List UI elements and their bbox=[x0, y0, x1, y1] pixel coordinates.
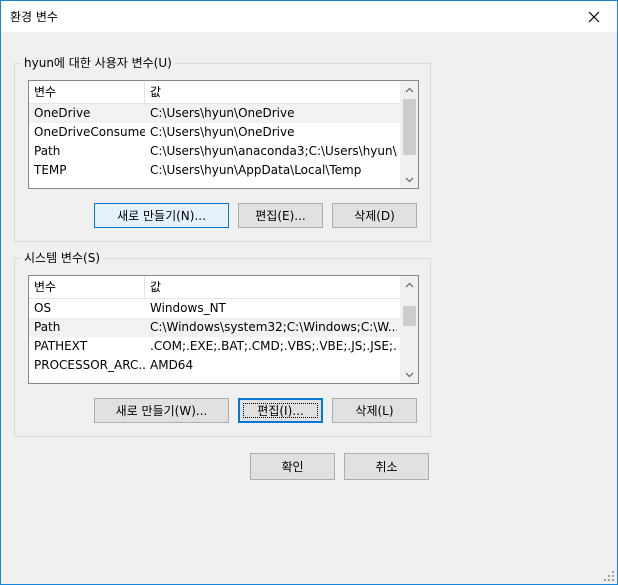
system-edit-button[interactable]: 편집(I)... bbox=[238, 398, 323, 423]
list-item[interactable]: PROCESSOR_ARC... AMD64 bbox=[29, 356, 401, 375]
user-vars-group: hyun에 대한 사용자 변수(U) 변수 값 OneDrive C:\User… bbox=[14, 55, 431, 242]
scroll-down-button[interactable] bbox=[401, 171, 418, 188]
resize-grip-icon[interactable] bbox=[604, 571, 614, 581]
ok-button[interactable]: 확인 bbox=[250, 453, 335, 480]
user-delete-button[interactable]: 삭제(D) bbox=[332, 203, 417, 228]
variable-value: C:\Users\hyun\OneDrive bbox=[150, 106, 295, 120]
column-header-variable[interactable]: 변수 bbox=[29, 276, 145, 298]
system-vars-scrollbar[interactable] bbox=[400, 276, 418, 383]
user-new-button[interactable]: 새로 만들기(N)... bbox=[94, 203, 229, 228]
variable-name: Path bbox=[34, 144, 61, 158]
variable-value: C:\Windows\system32;C:\Windows;C:\W... bbox=[150, 320, 397, 334]
user-vars-list[interactable]: 변수 값 OneDrive C:\Users\hyun\OneDrive One… bbox=[28, 80, 419, 189]
list-item[interactable]: Path C:\Users\hyun\anaconda3;C:\Users\hy… bbox=[29, 142, 401, 161]
column-header-value[interactable]: 값 bbox=[145, 81, 401, 103]
column-header-variable[interactable]: 변수 bbox=[29, 81, 145, 103]
variable-name: OneDriveConsumer bbox=[34, 125, 145, 139]
variable-value: Windows_NT bbox=[150, 301, 226, 315]
list-item[interactable]: OneDrive C:\Users\hyun\OneDrive bbox=[29, 104, 401, 123]
title-bar[interactable]: 환경 변수 bbox=[1, 1, 617, 32]
variable-name: PROCESSOR_ARC... bbox=[34, 358, 145, 372]
column-header-value[interactable]: 값 bbox=[145, 276, 401, 298]
variable-name: OS bbox=[34, 301, 52, 315]
list-item[interactable]: OneDriveConsumer C:\Users\hyun\OneDrive bbox=[29, 123, 401, 142]
scroll-up-button[interactable] bbox=[401, 81, 418, 98]
list-item[interactable]: OS Windows_NT bbox=[29, 299, 401, 318]
variable-value: C:\Users\hyun\OneDrive bbox=[150, 125, 295, 139]
variable-name: Path bbox=[34, 320, 61, 334]
chevron-down-icon bbox=[405, 177, 414, 182]
variable-value: C:\Users\hyun\anaconda3;C:\Users\hyun\..… bbox=[150, 144, 397, 158]
variable-name: PATHEXT bbox=[34, 339, 88, 353]
close-button[interactable] bbox=[571, 1, 617, 32]
system-vars-group: 시스템 변수(S) 변수 값 OS Windows_NT Path C:\Win… bbox=[14, 250, 431, 437]
variable-value: .COM;.EXE;.BAT;.CMD;.VBS;.VBE;.JS;.JSE;.… bbox=[150, 339, 397, 353]
system-vars-list[interactable]: 변수 값 OS Windows_NT Path C:\Windows\syste… bbox=[28, 275, 419, 384]
user-vars-group-label: hyun에 대한 사용자 변수(U) bbox=[21, 55, 175, 71]
system-delete-button[interactable]: 삭제(L) bbox=[332, 398, 417, 423]
list-item[interactable]: TEMP C:\Users\hyun\AppData\Local\Temp bbox=[29, 161, 401, 180]
cancel-button[interactable]: 취소 bbox=[344, 453, 429, 480]
variable-value: C:\Users\hyun\AppData\Local\Temp bbox=[150, 163, 362, 177]
window-title: 환경 변수 bbox=[10, 10, 58, 24]
system-vars-group-label: 시스템 변수(S) bbox=[21, 250, 103, 266]
chevron-up-icon bbox=[405, 282, 414, 287]
list-item[interactable]: PATHEXT .COM;.EXE;.BAT;.CMD;.VBS;.VBE;.J… bbox=[29, 337, 401, 356]
scroll-thumb[interactable] bbox=[403, 99, 416, 155]
variable-name: OneDrive bbox=[34, 106, 91, 120]
user-vars-scrollbar[interactable] bbox=[400, 81, 418, 188]
list-item[interactable]: Path C:\Windows\system32;C:\Windows;C:\W… bbox=[29, 318, 401, 337]
scroll-down-button[interactable] bbox=[401, 366, 418, 383]
chevron-up-icon bbox=[405, 87, 414, 92]
user-edit-button[interactable]: 편집(E)... bbox=[238, 203, 323, 228]
close-icon bbox=[588, 11, 600, 22]
variable-value: AMD64 bbox=[150, 358, 194, 372]
chevron-down-icon bbox=[405, 372, 414, 377]
user-vars-list-header: 변수 값 bbox=[29, 81, 401, 104]
dialog-window: 환경 변수 hyun에 대한 사용자 변수(U) 변수 값 OneDrive C… bbox=[0, 0, 618, 585]
variable-name: TEMP bbox=[34, 163, 67, 177]
scroll-thumb[interactable] bbox=[403, 306, 416, 326]
scroll-up-button[interactable] bbox=[401, 276, 418, 293]
system-vars-list-header: 변수 값 bbox=[29, 276, 401, 299]
system-new-button[interactable]: 새로 만들기(W)... bbox=[94, 398, 229, 423]
